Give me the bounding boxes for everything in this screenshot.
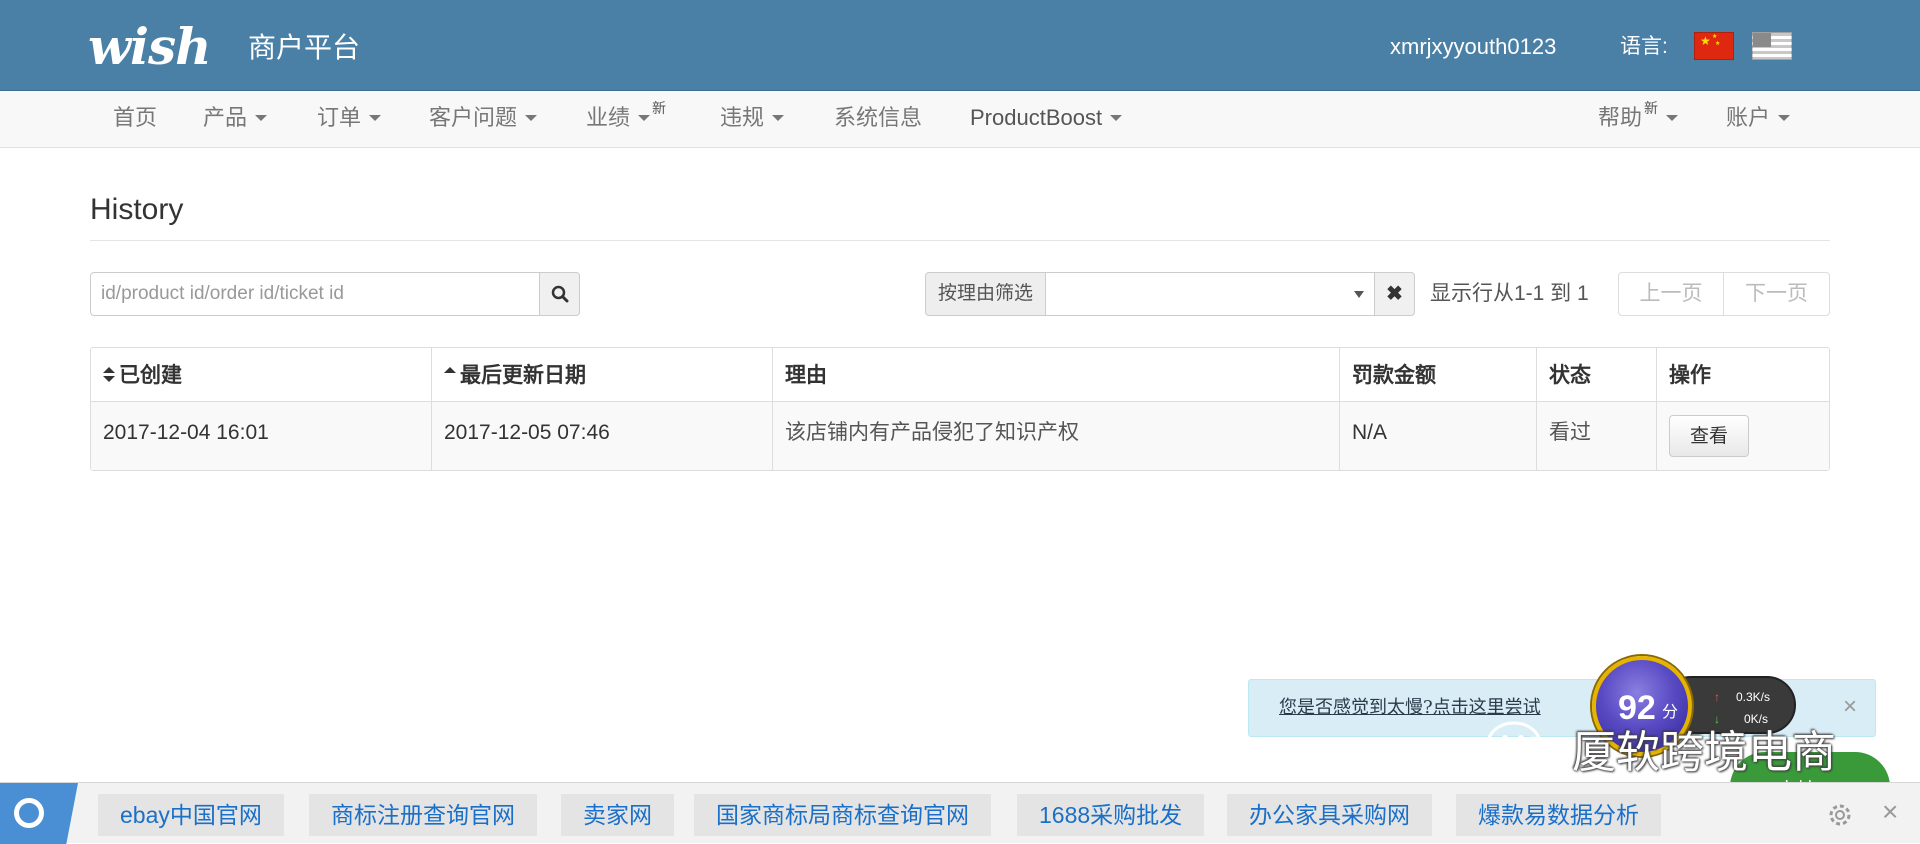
score-unit: 分	[1662, 704, 1679, 721]
search-icon	[551, 285, 568, 303]
bookmark-1688[interactable]: 1688采购批发	[1017, 794, 1205, 836]
nav-products-label: 产品	[203, 105, 248, 130]
header-fine: 罚款金额	[1340, 348, 1537, 402]
filter-by-reason-label: 按理由筛选	[925, 272, 1046, 316]
prev-page-button[interactable]: 上一页	[1618, 272, 1724, 316]
rows-info: 显示行从1-1 到 1	[1430, 282, 1589, 305]
notice-close-icon[interactable]: ×	[1843, 692, 1857, 722]
nav-performance-label: 业绩	[586, 105, 631, 130]
bookmark-data-analysis[interactable]: 爆款易数据分析	[1456, 794, 1661, 836]
dropdown-arrow-icon	[1354, 291, 1364, 298]
nav-violations[interactable]: 违规	[720, 103, 785, 133]
sort-asc-icon	[444, 366, 456, 383]
caret-down-icon	[369, 114, 382, 121]
bookmark-seller-net[interactable]: 卖家网	[561, 794, 674, 836]
header-action: 操作	[1657, 348, 1829, 402]
download-speed-value: 0K/s	[1744, 712, 1769, 726]
header-status: 状态	[1537, 348, 1657, 402]
nav-home-label: 首页	[113, 105, 158, 130]
nav-system-info[interactable]: 系统信息	[834, 103, 922, 133]
clear-filter-button[interactable]: ✖	[1374, 272, 1415, 316]
score-value: 92	[1618, 689, 1656, 727]
page-title: History	[90, 193, 184, 226]
cell-reason: 该店铺内有产品侵犯了知识产权	[773, 402, 1340, 470]
watermark-text: 厦软跨境电商	[1572, 727, 1836, 778]
arrow-up-icon: ↑	[1714, 690, 1720, 704]
browser-logo-icon[interactable]	[0, 783, 78, 844]
nav-products[interactable]: 产品	[203, 103, 268, 133]
nav-orders[interactable]: 订单	[317, 103, 382, 133]
caret-down-icon	[1666, 114, 1679, 121]
bookmark-bar-close-icon[interactable]: ×	[1882, 795, 1898, 829]
gear-icon[interactable]	[1826, 801, 1854, 829]
nav-system-info-label: 系统信息	[834, 105, 923, 130]
bookmark-bar: ebay中国官网 商标注册查询官网 卖家网 国家商标局商标查询官网 1688采购…	[0, 782, 1920, 844]
top-header: wish 商户平台 xmrjxyyouth0123 语言: ★ ★ ★	[0, 0, 1920, 91]
cell-created: 2017-12-04 16:01	[91, 402, 432, 470]
slow-notice-link[interactable]: 您是否感觉到太慢?点击这里尝试	[1279, 696, 1541, 720]
username-link[interactable]: xmrjxyyouth0123	[1390, 33, 1556, 61]
nav-home[interactable]: 首页	[113, 103, 157, 133]
nav-orders-label: 订单	[317, 105, 362, 130]
reason-filter-select[interactable]	[1045, 272, 1375, 316]
search-button[interactable]	[539, 272, 580, 316]
caret-down-icon	[772, 114, 785, 121]
new-badge: 新	[652, 100, 667, 116]
cell-status: 看过	[1537, 402, 1657, 470]
nav-performance[interactable]: 业绩 新	[586, 100, 667, 135]
caret-down-icon	[255, 114, 268, 121]
china-flag-icon[interactable]: ★ ★ ★	[1694, 32, 1734, 60]
nav-account-label: 账户	[1726, 105, 1771, 130]
bookmark-trademark-registration[interactable]: 商标注册查询官网	[309, 794, 537, 836]
nav-customer-issues-label: 客户问题	[429, 105, 518, 130]
caret-down-icon	[1110, 114, 1123, 121]
header-last-updated-label: 最后更新日期	[460, 362, 586, 387]
next-page-button[interactable]: 下一页	[1723, 272, 1830, 316]
nav-help[interactable]: 帮助新	[1598, 100, 1679, 135]
sort-icon	[103, 366, 115, 383]
nav-customer-issues[interactable]: 客户问题	[429, 103, 538, 133]
language-label: 语言:	[1620, 35, 1668, 58]
us-flag-icon[interactable]	[1752, 32, 1792, 60]
upload-speed: ↑ 0.3K/s	[1714, 690, 1770, 704]
nav-productboost-label: ProductBoost	[970, 105, 1103, 130]
view-button[interactable]: 查看	[1669, 415, 1749, 457]
close-icon: ✖	[1386, 283, 1403, 305]
search-input[interactable]	[90, 272, 540, 316]
caret-down-icon	[525, 114, 538, 121]
download-speed: ↓ 0K/s	[1714, 712, 1768, 726]
nav-account[interactable]: 账户	[1726, 103, 1791, 133]
header-created-label: 已创建	[119, 362, 182, 387]
bookmark-ebay[interactable]: ebay中国官网	[98, 794, 284, 836]
main-nav: 首页 产品 订单 客户问题 业绩 新 违规 系统信息 ProductBoost 帮…	[0, 91, 1920, 148]
title-divider	[90, 240, 1830, 241]
nav-help-label: 帮助	[1598, 105, 1643, 130]
wechat-icon	[1486, 721, 1558, 776]
header-last-updated[interactable]: 最后更新日期	[432, 348, 773, 402]
wish-logo[interactable]: wish	[88, 20, 212, 74]
header-reason: 理由	[773, 348, 1340, 402]
upload-speed-value: 0.3K/s	[1736, 690, 1771, 704]
cell-action: 查看	[1657, 402, 1829, 470]
cell-fine: N/A	[1340, 402, 1537, 470]
caret-down-icon	[1778, 114, 1791, 121]
history-table: 已创建 最后更新日期 理由 罚款金额 状态 操作 2017-12-04 16:0…	[90, 347, 1830, 471]
bookmark-trademark-office[interactable]: 国家商标局商标查询官网	[694, 794, 991, 836]
header-created[interactable]: 已创建	[91, 348, 432, 402]
nav-productboost[interactable]: ProductBoost	[970, 103, 1123, 133]
arrow-down-icon: ↓	[1714, 712, 1720, 726]
nav-violations-label: 违规	[720, 105, 765, 130]
cell-updated: 2017-12-05 07:46	[432, 402, 773, 470]
bookmark-office-furniture[interactable]: 办公家具采购网	[1227, 794, 1432, 836]
platform-title: 商户平台	[248, 32, 361, 63]
caret-down-icon	[638, 114, 651, 121]
new-badge: 新	[1644, 100, 1659, 116]
